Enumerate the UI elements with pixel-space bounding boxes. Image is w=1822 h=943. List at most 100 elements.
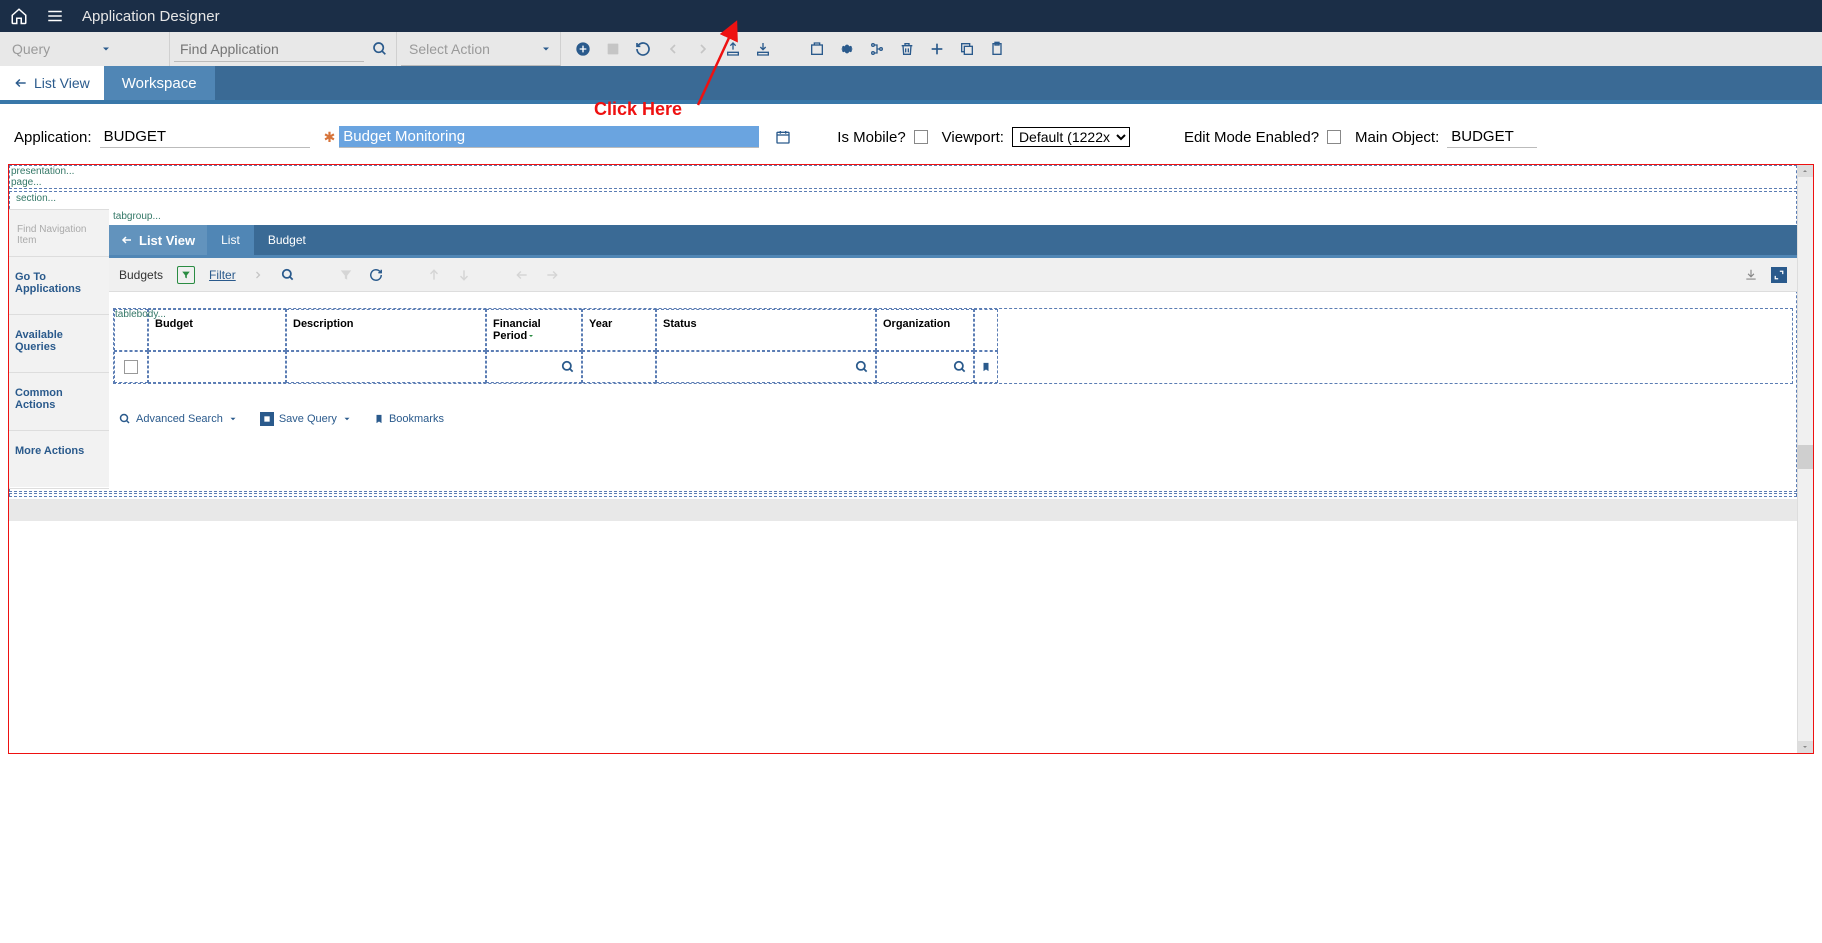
application-input[interactable] [100, 126, 310, 148]
chevron-right-icon [250, 267, 266, 283]
inner-tabs: List View List Budget [109, 225, 1797, 255]
required-mark: ✱ [324, 129, 336, 146]
viewport-select[interactable]: Default (1222x [1012, 127, 1130, 147]
paste-icon[interactable] [987, 39, 1007, 59]
table-header: Budget Description Financial Period Year… [114, 309, 1792, 351]
inner-tab-list-label: List [221, 233, 240, 247]
search-icon[interactable] [855, 360, 869, 374]
app-title: Application Designer [82, 8, 220, 25]
query-label: Query [12, 41, 50, 57]
col-year[interactable]: Year [582, 309, 656, 351]
find-app-input[interactable] [174, 37, 364, 62]
filter-organization[interactable] [876, 351, 974, 383]
search-icon[interactable] [280, 267, 296, 283]
is-mobile-checkbox[interactable] [914, 130, 928, 144]
gear-icon[interactable] [837, 39, 857, 59]
calendar-icon[interactable] [773, 127, 793, 147]
main-object-input[interactable] [1447, 126, 1537, 148]
viewport-label: Viewport: [942, 129, 1004, 146]
find-application [174, 32, 397, 66]
sidenav-more-actions[interactable]: More Actions [9, 431, 109, 489]
bookmark-icon [981, 361, 991, 373]
plus-circle-icon[interactable] [573, 39, 593, 59]
filter-link[interactable]: Filter [209, 268, 236, 282]
arrow-right-icon [544, 267, 560, 283]
menu-icon[interactable] [46, 7, 64, 25]
sidenav-available-queries[interactable]: Available Queries [9, 315, 109, 373]
section-label: section... [16, 193, 56, 204]
edit-mode-label: Edit Mode Enabled? [1184, 129, 1319, 146]
save-query-link[interactable]: Save Query [260, 412, 352, 426]
inner-tab-budget[interactable]: Budget [254, 225, 320, 255]
toolbar-icons [565, 39, 1007, 59]
edit-mode-checkbox[interactable] [1327, 130, 1341, 144]
save-icon [603, 39, 623, 59]
home-icon[interactable] [10, 7, 28, 25]
arrow-left-icon [514, 267, 530, 283]
scroll-thumb[interactable] [1797, 445, 1813, 469]
sidenav-common-actions[interactable]: Common Actions [9, 373, 109, 431]
tab-back-list-view[interactable]: List View [0, 66, 104, 100]
refresh-icon[interactable] [368, 267, 384, 283]
main-tabs: List View Workspace [0, 66, 1822, 100]
advanced-search-link[interactable]: Advanced Search [119, 413, 238, 425]
col-description[interactable]: Description [286, 309, 486, 351]
query-dropdown[interactable]: Query [4, 32, 170, 66]
plus-icon[interactable] [927, 39, 947, 59]
search-icon[interactable] [370, 39, 390, 59]
col-organization[interactable]: Organization [876, 309, 974, 351]
sidenav-goto-apps[interactable]: Go To Applications [9, 257, 109, 315]
search-icon[interactable] [953, 360, 967, 374]
col-status[interactable]: Status [656, 309, 876, 351]
presentation-box[interactable] [9, 165, 1797, 189]
filter-budget[interactable] [148, 351, 286, 383]
undo-icon[interactable] [633, 39, 653, 59]
tablebody-label: tablebody... [115, 309, 166, 320]
filter-description[interactable] [286, 351, 486, 383]
tree-icon[interactable] [867, 39, 887, 59]
scroll-up-icon[interactable] [1797, 165, 1813, 177]
chevron-down-icon [540, 43, 552, 55]
clear-filter-icon [338, 267, 354, 283]
filter-checkbox[interactable] [114, 351, 148, 383]
filter-badge-icon[interactable] [177, 266, 195, 284]
filter-financial-period[interactable] [486, 351, 582, 383]
description-input[interactable] [339, 126, 759, 148]
description-field: ✱ [324, 126, 794, 148]
arrow-down-icon [456, 267, 472, 283]
filter-bookmark[interactable] [974, 351, 998, 383]
toolbar: Query Select Action [0, 32, 1822, 66]
list-title: Budgets [119, 268, 163, 282]
table[interactable]: Budget Description Financial Period Year… [113, 308, 1793, 384]
collapse-icon[interactable] [1771, 267, 1787, 283]
filter-year[interactable] [582, 351, 656, 383]
bottom-dashed-line [9, 491, 1797, 494]
inner-tab-back[interactable]: List View [109, 225, 207, 255]
scroll-down-icon[interactable] [1797, 741, 1813, 753]
tab-workspace[interactable]: Workspace [104, 66, 215, 100]
search-icon[interactable] [561, 360, 575, 374]
select-action-label: Select Action [409, 41, 490, 57]
copy-icon[interactable] [957, 39, 977, 59]
form-row: Application: ✱ Is Mobile? Viewport: Defa… [0, 104, 1822, 164]
inner-designer-area: tabgroup... List View List Budget Budget… [109, 209, 1797, 487]
app-icon[interactable] [807, 39, 827, 59]
col-financial-period[interactable]: Financial Period [486, 309, 582, 351]
gray-band [9, 499, 1797, 521]
import-icon[interactable] [753, 39, 773, 59]
export-icon[interactable] [723, 39, 743, 59]
find-nav-input[interactable]: Find Navigation Item [9, 210, 109, 257]
arrow-up-icon [426, 267, 442, 283]
bookmarks-link[interactable]: Bookmarks [374, 413, 444, 425]
download-icon[interactable] [1743, 267, 1759, 283]
save-query-label: Save Query [279, 413, 337, 425]
inner-tab-list[interactable]: List [207, 225, 254, 255]
filter-status[interactable] [656, 351, 876, 383]
app-header: Application Designer [0, 0, 1822, 32]
trash-icon[interactable] [897, 39, 917, 59]
col-budget[interactable]: Budget [148, 309, 286, 351]
select-action-dropdown[interactable]: Select Action [401, 32, 561, 66]
design-canvas: presentation... page... section... Find … [8, 164, 1814, 754]
application-field: Application: [14, 126, 310, 148]
arrow-left-icon [14, 76, 28, 90]
